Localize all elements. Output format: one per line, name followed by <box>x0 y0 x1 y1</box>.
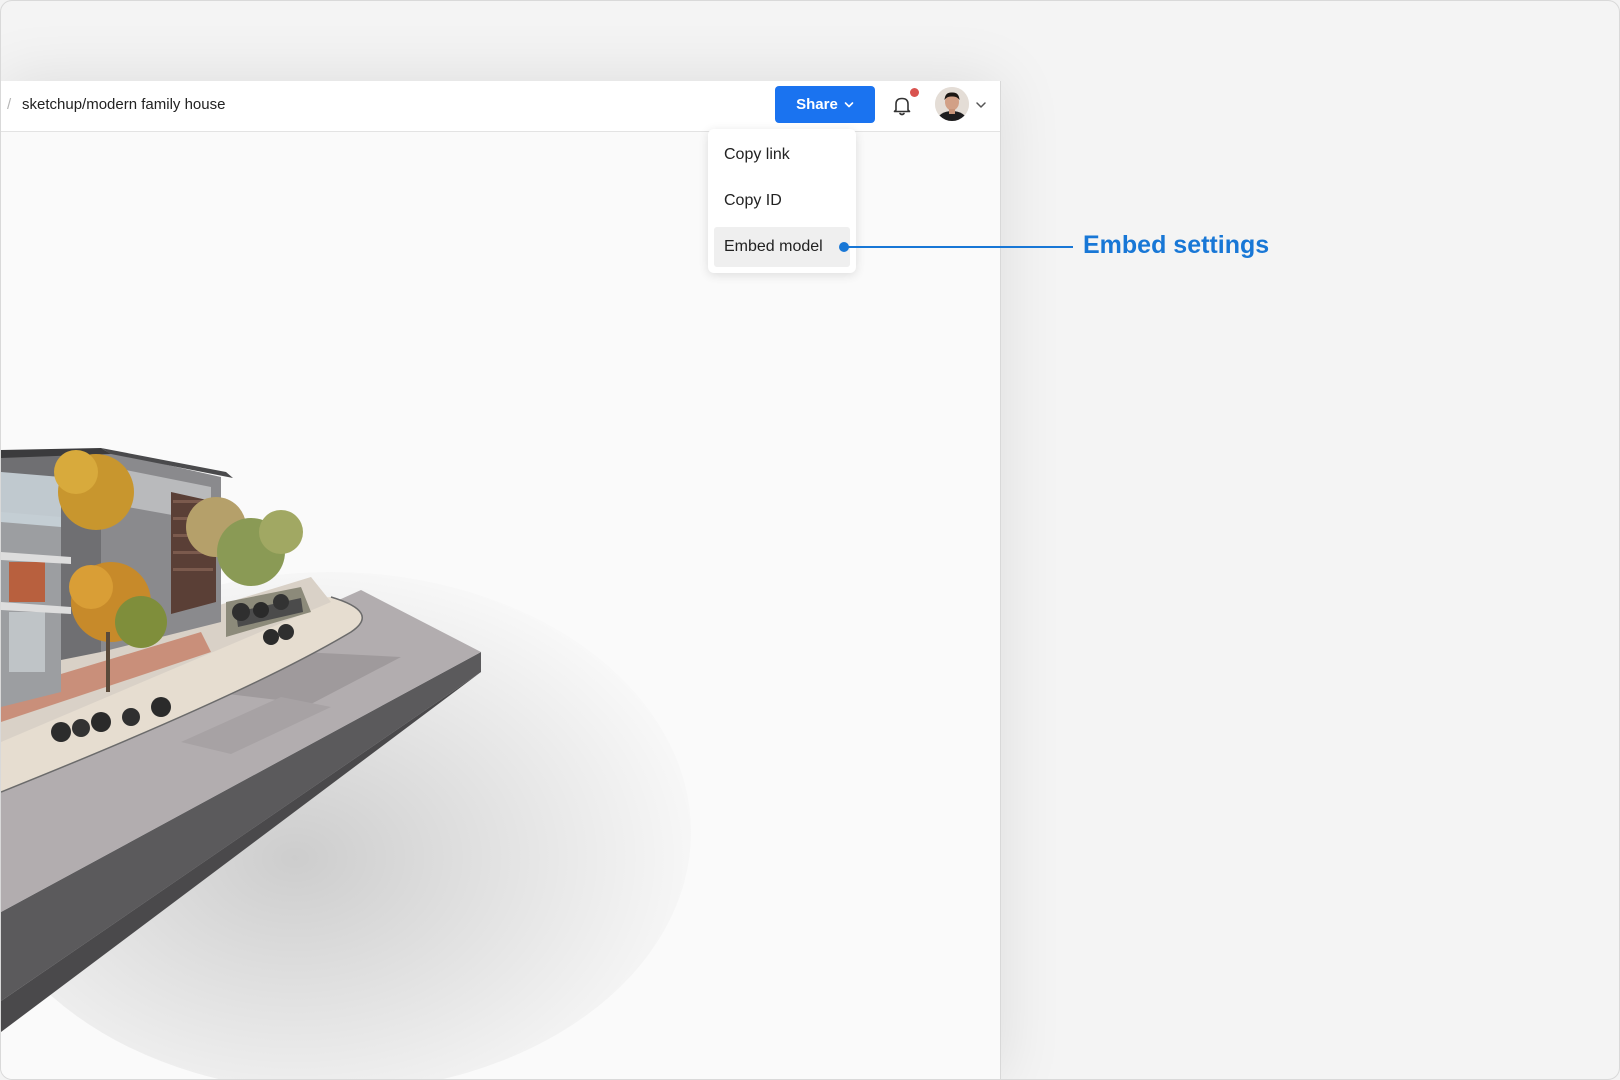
share-button-label: Share <box>796 96 838 113</box>
notification-dot <box>910 88 919 97</box>
callout-label: Embed settings <box>1083 231 1270 259</box>
menu-item-label: Embed model <box>724 238 823 255</box>
chevron-down-icon[interactable] <box>975 99 987 111</box>
menu-item-copy-id[interactable]: Copy ID <box>714 181 850 221</box>
share-button[interactable]: Share <box>775 86 875 123</box>
menu-item-embed-model[interactable]: Embed model <box>714 227 850 267</box>
chevron-down-icon <box>844 101 854 107</box>
callout-dot <box>839 242 849 252</box>
viewer-window: / sketchup/modern family house Share Cop… <box>1 81 1001 1079</box>
avatar[interactable] <box>935 87 969 121</box>
bell-icon[interactable] <box>890 93 914 117</box>
house-model-render <box>1 448 691 1079</box>
callout-line <box>843 246 1073 248</box>
share-menu: Copy link Copy ID Embed model <box>708 129 856 273</box>
top-toolbar: / sketchup/modern family house Share <box>1 81 1000 132</box>
model-viewport[interactable] <box>1 132 1000 1079</box>
breadcrumb-separator: / <box>7 96 12 113</box>
app-frame: / sketchup/modern family house Share Cop… <box>0 0 1620 1080</box>
menu-item-label: Copy ID <box>724 192 782 209</box>
user-avatar-icon <box>935 87 969 121</box>
breadcrumb-path[interactable]: sketchup/modern family house <box>22 96 225 113</box>
menu-item-label: Copy link <box>724 146 790 163</box>
menu-item-copy-link[interactable]: Copy link <box>714 135 850 175</box>
